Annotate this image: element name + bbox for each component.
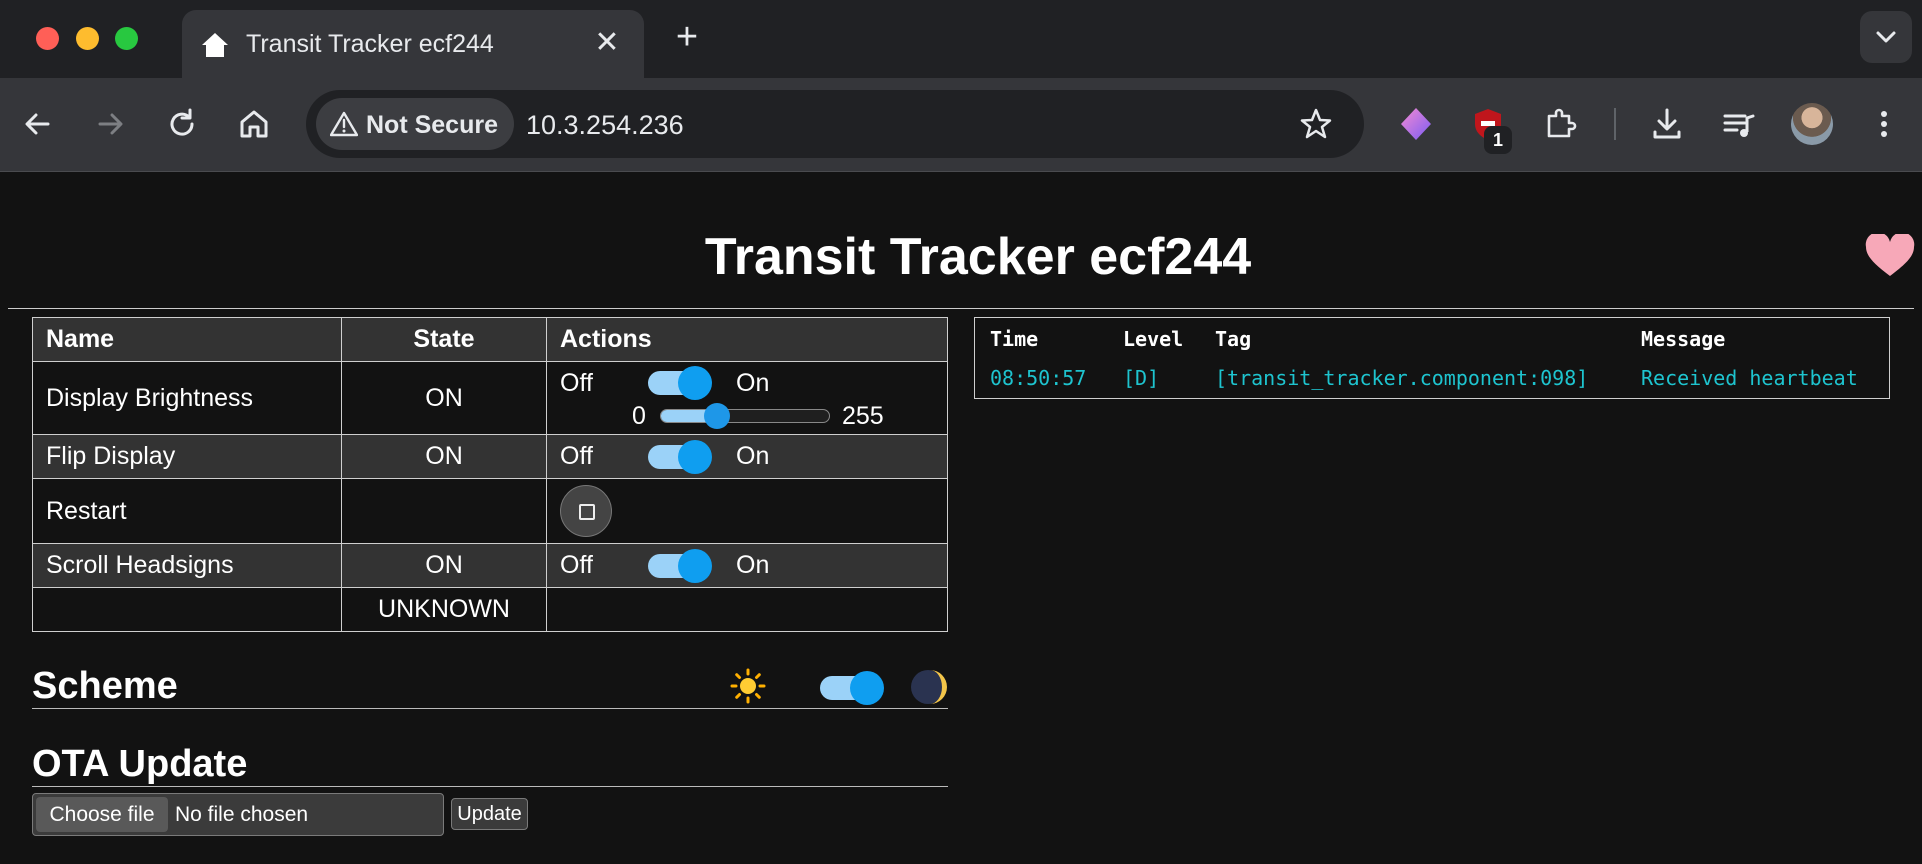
title-divider	[8, 308, 1914, 309]
slider-min-label: 0	[632, 401, 646, 430]
scroll-headsigns-toggle[interactable]	[648, 548, 712, 583]
on-label: On	[736, 368, 770, 397]
chevron-down-icon	[1876, 31, 1896, 43]
slider-max-label: 255	[842, 401, 884, 430]
window-close-button[interactable]	[36, 27, 59, 50]
column-header-state: State	[341, 317, 547, 362]
media-queue-icon[interactable]	[1719, 104, 1759, 144]
toggle-knob	[678, 548, 712, 583]
table-row: Display Brightness ON Off On 0 255	[32, 361, 948, 435]
home-icon[interactable]	[234, 104, 274, 144]
tab-title: Transit Tracker ecf244	[246, 30, 494, 58]
page-title: Transit Tracker ecf244	[704, 228, 1252, 286]
entity-state: ON	[341, 361, 547, 435]
update-button[interactable]: Update	[451, 798, 528, 830]
active-tab[interactable]: Transit Tracker ecf244 ✕	[182, 10, 644, 78]
entity-name: Scroll Headsigns	[32, 543, 342, 588]
page-content: Transit Tracker ecf244 Name State Action…	[0, 172, 1922, 864]
site-security-chip[interactable]: Not Secure	[316, 98, 514, 150]
extension-badge: 1	[1484, 126, 1512, 154]
log-entry-message: Received heartbeat	[1641, 366, 1858, 390]
browser-toolbar: Not Secure 10.3.254.236 1	[0, 78, 1922, 172]
toggle-knob	[678, 439, 712, 474]
window-minimize-button[interactable]	[76, 27, 99, 50]
entity-actions	[546, 587, 948, 632]
entity-state: UNKNOWN	[341, 587, 547, 632]
log-entry-time: 08:50:57	[990, 366, 1087, 390]
on-label: On	[736, 442, 770, 470]
download-icon[interactable]	[1647, 104, 1687, 144]
back-icon[interactable]	[18, 104, 58, 144]
choose-file-button[interactable]: Choose file	[36, 797, 168, 832]
brightness-toggle[interactable]	[648, 366, 712, 400]
gem-extension-icon[interactable]	[1396, 104, 1436, 144]
flip-display-toggle[interactable]	[648, 439, 712, 474]
entity-state	[341, 478, 547, 544]
toolbar-divider	[1614, 108, 1616, 140]
dark-mode-toggle[interactable]	[820, 671, 884, 705]
log-header-tag: Tag	[1215, 327, 1252, 351]
toggle-knob	[678, 366, 712, 400]
puzzle-extensions-icon[interactable]	[1540, 104, 1580, 144]
entity-name: Display Brightness	[32, 361, 342, 435]
log-header-time: Time	[990, 327, 1039, 351]
ota-divider	[32, 786, 948, 787]
home-favicon-icon	[202, 33, 228, 57]
moon-icon	[911, 670, 947, 704]
address-bar[interactable]: Not Secure 10.3.254.236	[306, 90, 1364, 158]
table-row: UNKNOWN	[32, 587, 948, 632]
table-header-row: Name State Actions	[32, 317, 948, 362]
window-zoom-button[interactable]	[115, 27, 138, 50]
forward-icon[interactable]	[90, 104, 130, 144]
table-row: Flip Display ON Off On	[32, 434, 948, 479]
entity-name	[32, 587, 342, 632]
url-text[interactable]: 10.3.254.236	[526, 110, 684, 141]
column-header-name: Name	[32, 317, 342, 362]
toggle-knob	[850, 671, 884, 705]
off-label: Off	[560, 368, 593, 397]
table-row: Restart	[32, 478, 948, 544]
off-label: Off	[560, 442, 593, 470]
bookmark-star-icon[interactable]	[1298, 106, 1334, 142]
slider-thumb[interactable]	[704, 403, 730, 429]
table-row: Scroll Headsigns ON Off On	[32, 543, 948, 588]
scheme-divider	[32, 708, 948, 709]
file-status: No file chosen	[175, 803, 309, 826]
tab-search-button[interactable]	[1860, 11, 1912, 63]
log-entry-tag: [transit_tracker.component:098]	[1215, 366, 1589, 390]
entity-actions: Off On 0 255	[546, 361, 948, 435]
brightness-slider[interactable]	[660, 403, 830, 429]
sun-icon	[730, 668, 766, 704]
firmware-file-input[interactable]: Choose file No file chosen	[32, 793, 444, 836]
entity-name: Flip Display	[32, 434, 342, 479]
entity-state: ON	[341, 434, 547, 479]
off-label: Off	[560, 551, 593, 579]
entity-actions	[546, 478, 948, 544]
log-header-message: Message	[1641, 327, 1726, 351]
ota-heading: OTA Update	[32, 743, 248, 785]
restart-button[interactable]	[560, 485, 612, 537]
stop-square-icon	[579, 504, 595, 520]
tab-strip: Transit Tracker ecf244 ✕ +	[0, 0, 1922, 78]
new-tab-button[interactable]: +	[670, 18, 704, 56]
entity-name: Restart	[32, 478, 342, 544]
heart-icon	[1865, 234, 1915, 276]
entity-table: Name State Actions Display Brightness ON…	[32, 317, 948, 632]
entity-state: ON	[341, 543, 547, 588]
reload-icon[interactable]	[162, 104, 202, 144]
entity-actions: Off On	[546, 434, 948, 479]
profile-avatar[interactable]	[1791, 103, 1833, 145]
kebab-menu-icon[interactable]	[1864, 104, 1904, 144]
scheme-heading: Scheme	[32, 665, 178, 707]
log-entry-level: [D]	[1123, 366, 1160, 390]
not-secure-label: Not Secure	[366, 111, 498, 139]
warning-icon	[330, 111, 358, 137]
log-header-level: Level	[1123, 327, 1184, 351]
log-panel: Time Level Tag Message 08:50:57 [D] [tra…	[974, 317, 1890, 399]
column-header-actions: Actions	[546, 317, 948, 362]
entity-actions: Off On	[546, 543, 948, 588]
tab-close-icon[interactable]: ✕	[592, 28, 622, 58]
on-label: On	[736, 551, 770, 579]
